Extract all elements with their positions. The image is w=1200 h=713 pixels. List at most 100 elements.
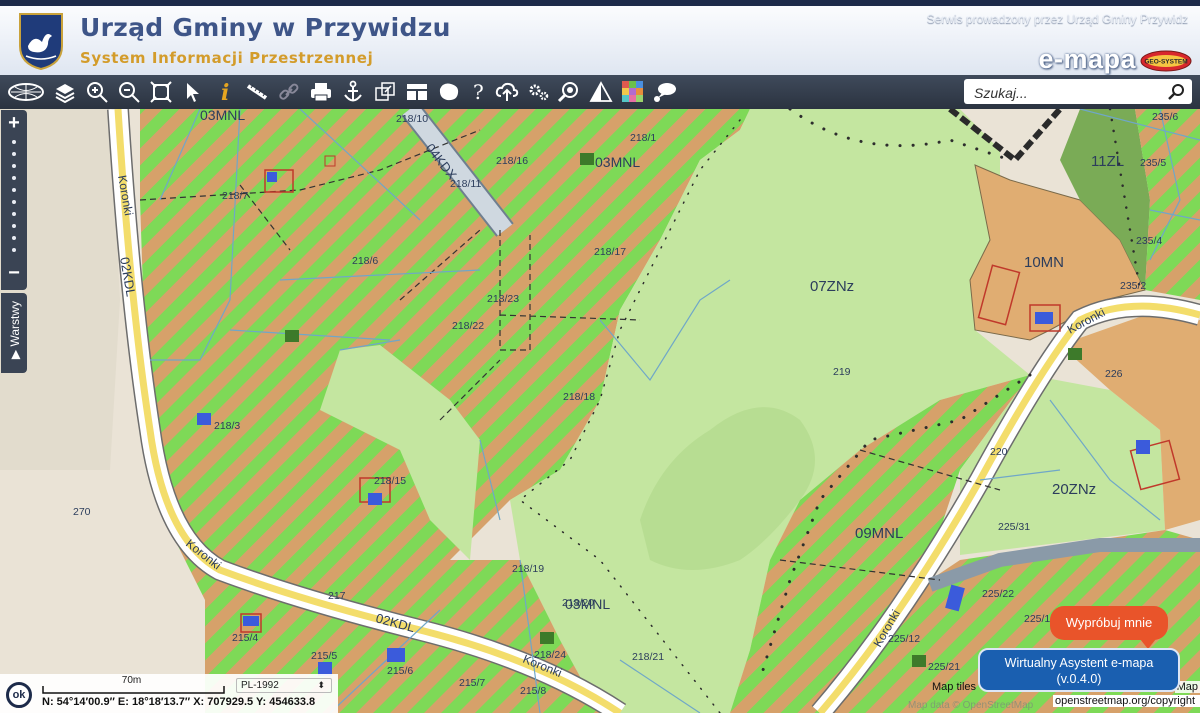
zoom-level-dot[interactable]: [12, 212, 16, 216]
zoom-in-icon[interactable]: [84, 79, 110, 105]
chevron-updown-icon: ⬍: [317, 680, 325, 690]
crs-value: PL-1992: [241, 680, 279, 691]
parcel-label: 215/4: [232, 632, 258, 644]
zoom-in-button[interactable]: +: [1, 112, 27, 134]
parcel-label: 218/7: [222, 190, 248, 202]
parcel-label: 235/6: [1152, 111, 1178, 123]
zoom-level-dot[interactable]: [12, 188, 16, 192]
parcel-label: 218/16: [496, 155, 528, 167]
link-icon[interactable]: [276, 79, 302, 105]
zoom-level-dot[interactable]: [12, 224, 16, 228]
svg-text:i: i: [221, 80, 229, 104]
zoom-level-dot[interactable]: [12, 248, 16, 252]
parcel-label: 226: [1105, 368, 1123, 380]
info-icon[interactable]: i: [212, 79, 238, 105]
zone-label: 11ZL: [1091, 153, 1124, 170]
parcel-label: 218/21: [632, 651, 664, 663]
search-icon[interactable]: [1168, 83, 1185, 100]
zoom-out-icon[interactable]: [116, 79, 142, 105]
color-palette-icon[interactable]: [620, 79, 646, 105]
parcel-label: 218/20: [562, 597, 594, 609]
parcel-label: 218/19: [512, 563, 544, 575]
zoom-level-dot[interactable]: [12, 164, 16, 168]
page-subtitle: System Informacji Przestrzennej: [80, 49, 374, 67]
parcel-label: 218/22: [452, 320, 484, 332]
parcel-label: 218/23: [487, 293, 519, 305]
parcel-label: 235/4: [1136, 235, 1162, 247]
app-header: Urząd Gminy w Przywidzu System Informacj…: [0, 0, 1200, 75]
search-box[interactable]: [964, 79, 1192, 104]
zoom-level-dot[interactable]: [12, 200, 16, 204]
zone-label: 03MNL: [595, 154, 640, 170]
zoom-level-dot[interactable]: [12, 152, 16, 156]
parcel-label: 215/7: [459, 677, 485, 689]
parcel-label: 215/6: [387, 665, 413, 677]
operator-note: Serwis prowadzony przez Urząd Gminy Przy…: [926, 12, 1188, 26]
help-icon[interactable]: ?: [466, 79, 492, 105]
zoom-level-dot[interactable]: [12, 176, 16, 180]
cloud-upload-icon[interactable]: [494, 79, 520, 105]
badge-text: GEO-SYSTEM: [1144, 59, 1187, 66]
parcel-label: 225/12: [888, 633, 920, 645]
zone-label: 03MNL: [200, 109, 245, 123]
layout-icon[interactable]: [404, 79, 430, 105]
settings-icon[interactable]: [526, 79, 552, 105]
full-extent-icon[interactable]: [148, 79, 174, 105]
layers-tab-text: Warstwy: [8, 300, 22, 347]
parcel-label: 218/1: [630, 132, 656, 144]
geo-system-logo: GEO-SYSTEM: [1140, 50, 1192, 72]
layers-tab-arrow-icon: ▶: [8, 346, 22, 360]
zoom-out-button[interactable]: −: [1, 262, 27, 284]
parcel-label: 235/5: [1140, 157, 1166, 169]
coordinates-readout: N: 54°14′00.9″ E: 18°18′13.7″ X: 707929.…: [42, 696, 316, 708]
parcel-label: 218/15: [374, 475, 406, 487]
layers-panel-tab[interactable]: ▶ Warstwy: [1, 293, 27, 373]
zoom-level-dot[interactable]: [12, 236, 16, 240]
parcel-label: 218/18: [563, 391, 595, 403]
warning-icon[interactable]: [588, 79, 614, 105]
try-me-bubble[interactable]: Wypróbuj mnie: [1050, 606, 1168, 649]
assistant-version: (v.0.4.0): [1056, 672, 1102, 686]
parcel-label: 218/6: [352, 255, 378, 267]
status-panel: ok 70m PL-1992 ⬍ N: 54°14′00.9″ E: 18°18′…: [0, 674, 338, 713]
zone-label: 10MN: [1024, 254, 1064, 271]
crs-select[interactable]: PL-1992 ⬍: [236, 678, 332, 693]
scale-bar: [42, 686, 225, 694]
ok-button[interactable]: ok: [6, 682, 32, 708]
toolbar: i ?: [0, 75, 1200, 110]
parcel-label: 217: [328, 590, 346, 602]
parcel-label: 270: [73, 506, 91, 518]
anchor-icon[interactable]: [340, 79, 366, 105]
zoom-search-icon[interactable]: [556, 79, 582, 105]
select-pointer-icon[interactable]: [180, 79, 206, 105]
parcel-label: 225/22: [982, 588, 1014, 600]
layers-icon[interactable]: [52, 79, 78, 105]
layers-tab-label: ▶ Warstwy: [8, 290, 22, 370]
page-title: Urząd Gminy w Przywidzu: [80, 13, 451, 42]
map-tiles-attribution: Map tiles: [932, 681, 977, 693]
parcel-label: 225/1: [1024, 613, 1050, 625]
parcel-label: 215/8: [520, 685, 546, 697]
export-icon[interactable]: [372, 79, 398, 105]
virtual-assistant-button[interactable]: Wirtualny Asystent e-mapa (v.0.4.0): [978, 648, 1180, 692]
osm-copyright-link[interactable]: openstreetmap.org/copyright: [1053, 695, 1200, 707]
parcel-label: 225/31: [998, 521, 1030, 533]
map-svg[interactable]: 03MNL 03MNL 07ZNz 10MN 11ZL 20ZNz 09MNL …: [0, 109, 1200, 713]
search-input[interactable]: [972, 82, 1164, 103]
parcel-label: 225/21: [928, 661, 960, 673]
zoom-level-dot[interactable]: [12, 140, 16, 144]
zone-label: 07ZNz: [810, 278, 854, 295]
logo-icon[interactable]: [6, 79, 46, 105]
parcel-label: 219: [833, 366, 851, 378]
print-icon[interactable]: [308, 79, 334, 105]
brand-logo-text: e-mapa: [1038, 44, 1136, 74]
zone-label: 09MNL: [855, 525, 903, 542]
comment-icon[interactable]: [652, 79, 678, 105]
parcel-label: 235/2: [1120, 280, 1146, 292]
measure-ruler-icon[interactable]: [244, 79, 270, 105]
shape-icon[interactable]: [436, 79, 462, 105]
svg-text:?: ?: [473, 80, 484, 104]
map-canvas[interactable]: 03MNL 03MNL 07ZNz 10MN 11ZL 20ZNz 09MNL …: [0, 109, 1200, 713]
parcel-label: 218/3: [214, 420, 240, 432]
parcel-label: 218/11: [450, 178, 481, 190]
